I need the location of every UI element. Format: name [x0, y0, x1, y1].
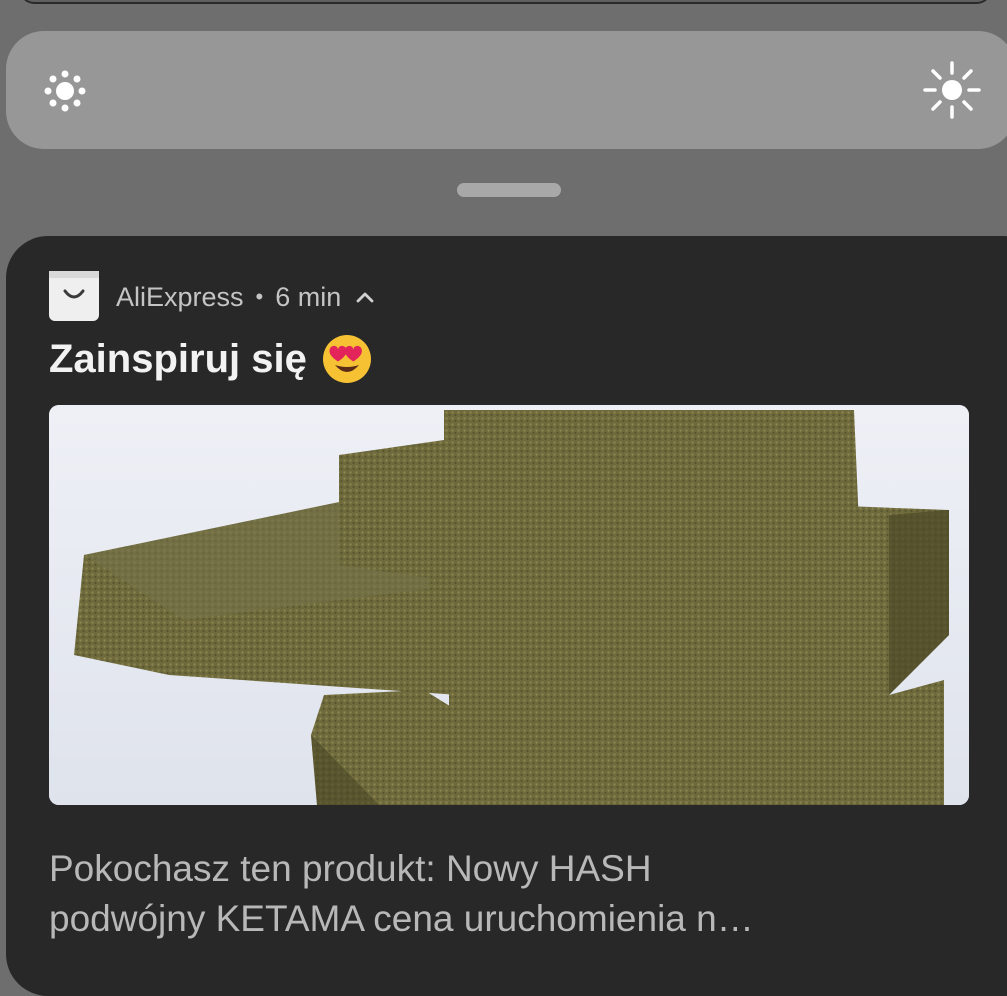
notification-time: 6 min: [275, 281, 342, 312]
notification-header: AliExpress • 6 min: [116, 280, 375, 314]
notification-title-row: Zainspiruj się: [49, 333, 373, 385]
brightness-high-icon: [922, 60, 982, 120]
brightness-slider[interactable]: [6, 31, 1007, 149]
chevron-up-icon[interactable]: [355, 290, 375, 304]
app-name: AliExpress: [116, 281, 244, 312]
notification-body: Pokochasz ten produkt: Nowy HASH podwójn…: [49, 844, 949, 944]
notification-title: Zainspiruj się: [49, 336, 307, 381]
notification-body-line-2: podwójny KETAMA cena uruchomienia n…: [49, 898, 754, 939]
product-photo-green-blocks[interactable]: [49, 405, 969, 805]
header-separator: •: [255, 284, 264, 309]
heart-eyes-emoji-icon: [322, 335, 371, 383]
brightness-low-icon: [40, 66, 90, 116]
shade-drag-handle[interactable]: [457, 183, 561, 197]
shopping-bag-icon: [49, 271, 99, 321]
notification-body-line-1: Pokochasz ten produkt: Nowy HASH: [49, 848, 652, 889]
previous-panel-edge: [20, 0, 991, 4]
